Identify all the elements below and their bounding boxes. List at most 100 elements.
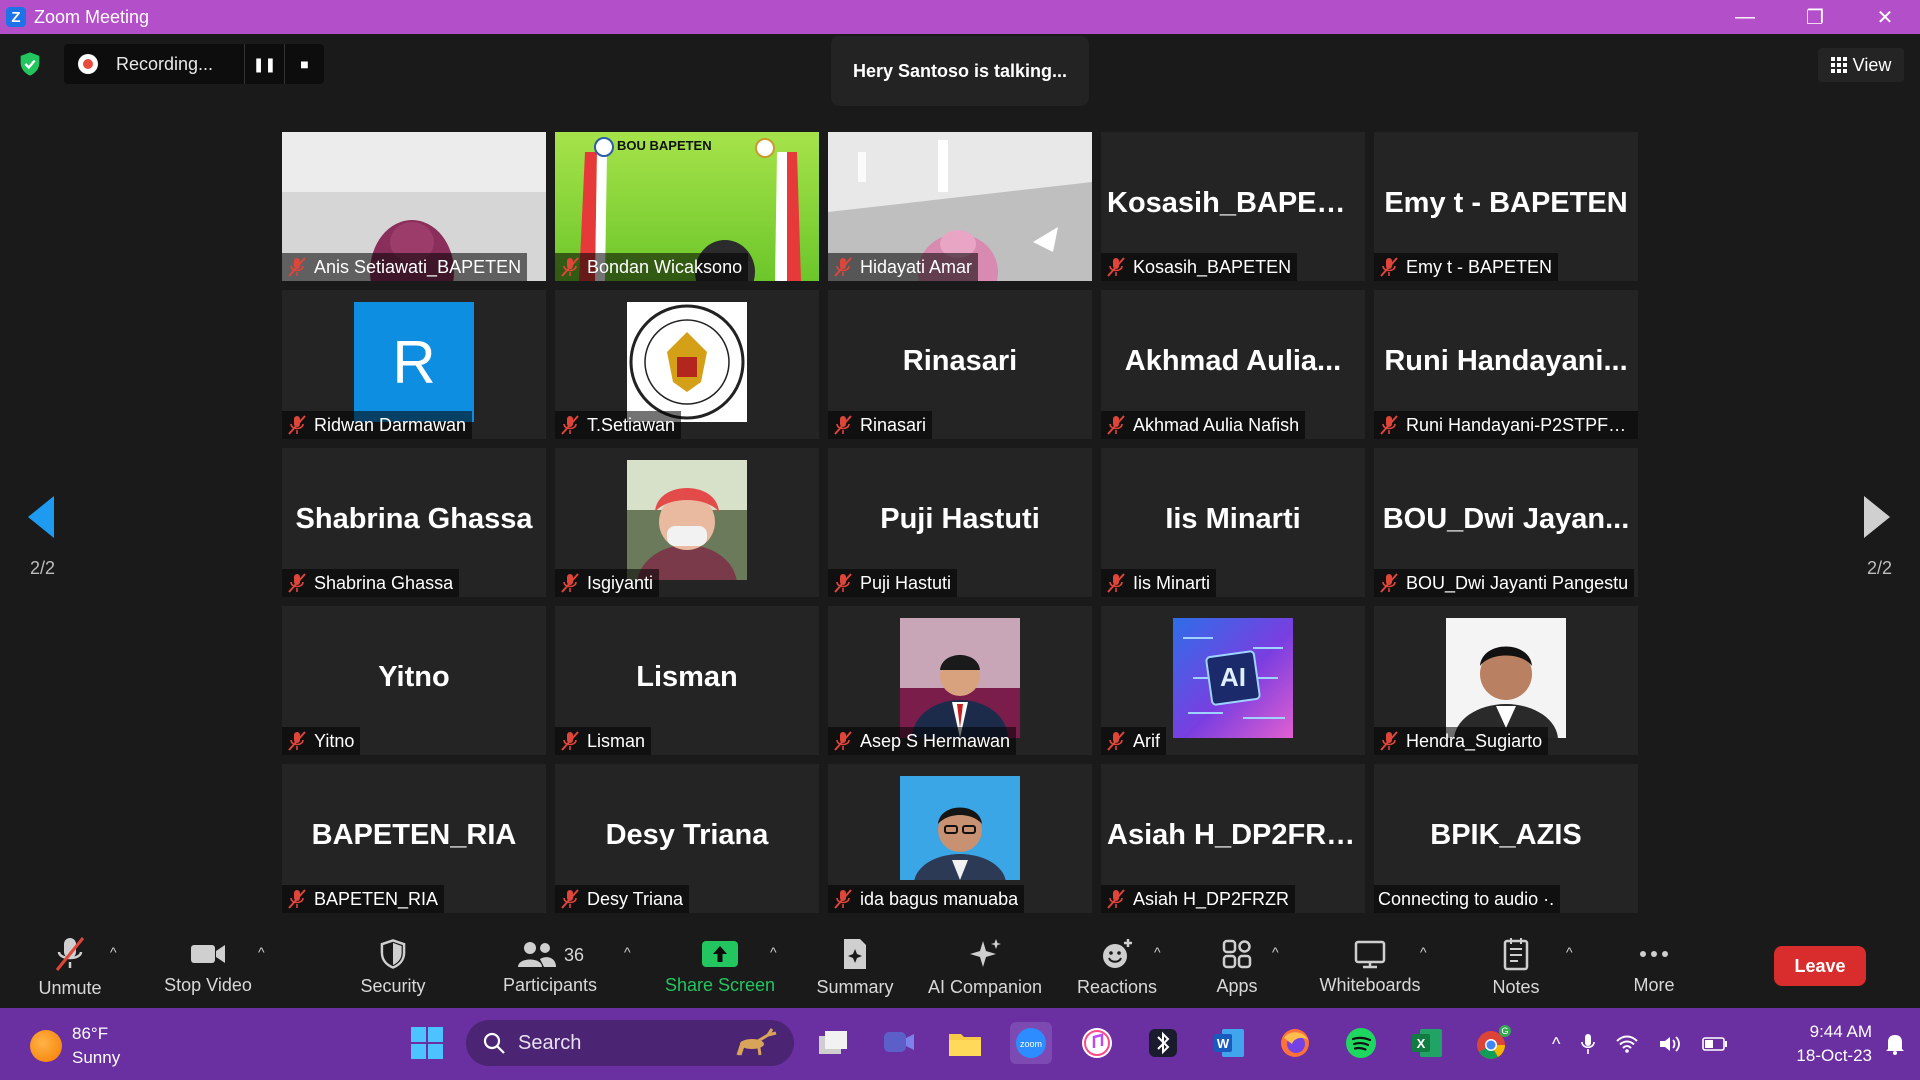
participant-name: Puji Hastuti [860, 572, 952, 593]
next-page-arrow-icon[interactable] [1862, 494, 1892, 540]
participant-tile[interactable]: Asep S Hermawan [828, 606, 1092, 755]
grid-view-icon [1830, 57, 1847, 73]
participant-tile[interactable]: Hendra_Sugiarto [1374, 606, 1638, 755]
restore-button[interactable]: ❐ [1780, 0, 1850, 34]
stop-video-button[interactable]: Stop Video [160, 926, 256, 1008]
participant-tile[interactable]: Shabrina Ghassa Shabrina Ghassa [282, 448, 546, 597]
notification-bell-icon[interactable] [1884, 1032, 1906, 1056]
participant-name: ida bagus manuaba [860, 888, 1019, 909]
svg-text:X: X [1417, 1036, 1426, 1051]
weather-description: Sunny [72, 1048, 121, 1067]
weather-widget[interactable]: 86°F Sunny [30, 1022, 120, 1070]
zoom-taskbar-icon[interactable]: zoom [1010, 1022, 1052, 1064]
participant-tile[interactable]: Runi Handayani... Runi Handayani-P2STPFR.… [1374, 290, 1638, 439]
participant-tile[interactable]: T.Setiawan [555, 290, 819, 439]
encryption-shield-icon[interactable] [16, 50, 44, 78]
participant-display-name: BAPETEN_RIA [311, 818, 517, 851]
view-button[interactable]: View [1818, 48, 1904, 82]
participant-tile[interactable]: Anis Setiawati_BAPETEN [282, 132, 546, 281]
bluetooth-app-icon[interactable] [1142, 1022, 1184, 1064]
participant-tile[interactable]: Hidayati Amar [828, 132, 1092, 281]
notes-button[interactable]: Notes [1484, 926, 1548, 1008]
participant-name-label: Akhmad Aulia Nafish [1101, 411, 1306, 439]
participants-label: Participants [502, 974, 598, 995]
whiteboards-button[interactable]: Whiteboards [1312, 926, 1428, 1008]
participant-name: Asep S Hermawan [860, 730, 1011, 751]
participant-name-label: Desy Triana [555, 885, 690, 913]
excel-icon[interactable]: X [1406, 1022, 1448, 1064]
stop-recording-button[interactable]: ■ [284, 44, 324, 84]
more-button[interactable]: More [1620, 926, 1688, 1008]
search-icon [483, 1032, 505, 1054]
whiteboard-icon [1354, 940, 1386, 968]
apps-button[interactable]: Apps [1200, 926, 1274, 1008]
taskbar-search-box[interactable]: Search [466, 1020, 794, 1066]
security-button[interactable]: Security [350, 926, 436, 1008]
participant-tile[interactable]: Asiah H_DP2FRZR Asiah H_DP2FRZR [1101, 764, 1365, 913]
participant-tile[interactable]: Desy Triana Desy Triana [555, 764, 819, 913]
word-icon[interactable]: W [1208, 1022, 1250, 1064]
participant-name-label: Isgiyanti [555, 569, 660, 597]
notes-caret-icon[interactable]: ^ [1566, 944, 1573, 960]
microphone-muted-icon [1378, 730, 1400, 752]
microphone-tray-icon[interactable] [1580, 1032, 1596, 1056]
participant-tile[interactable]: BOU_Dwi Jayan... BOU_Dwi Jayanti Pangestu [1374, 448, 1638, 597]
participant-tile[interactable]: BPIK_AZIS Connecting to audio ·. [1374, 764, 1638, 913]
unmute-button[interactable]: Unmute [30, 926, 110, 1008]
participant-photo [900, 618, 1020, 738]
participant-tile[interactable]: ida bagus manuaba [828, 764, 1092, 913]
participant-tile[interactable]: Lisman Lisman [555, 606, 819, 755]
close-button[interactable]: ✕ [1850, 0, 1920, 34]
participant-tile[interactable]: Akhmad Aulia... Akhmad Aulia Nafish [1101, 290, 1365, 439]
teams-chat-icon[interactable] [878, 1022, 920, 1064]
participant-tile[interactable]: Yitno Yitno [282, 606, 546, 755]
task-view-icon[interactable] [812, 1022, 854, 1064]
reactions-caret-icon[interactable]: ^ [1154, 944, 1161, 960]
participant-tile[interactable]: BOU BAPETEN Bondan Wicaksono [555, 132, 819, 281]
participant-tile[interactable]: Isgiyanti [555, 448, 819, 597]
chrome-icon[interactable]: G [1472, 1022, 1514, 1064]
participant-name: Isgiyanti [587, 572, 654, 593]
share-screen-button[interactable]: Share Screen [664, 926, 776, 1008]
participant-name: Iis Minarti [1133, 572, 1211, 593]
apps-caret-icon[interactable]: ^ [1272, 944, 1279, 960]
participant-name-label: Kosasih_BAPETEN [1101, 253, 1298, 281]
whiteboards-caret-icon[interactable]: ^ [1420, 944, 1427, 960]
participants-count: 36 [563, 945, 585, 965]
participant-tile[interactable]: AI Arif [1101, 606, 1365, 755]
battery-icon[interactable] [1702, 1036, 1728, 1052]
participant-tile[interactable]: Rinasari Rinasari [828, 290, 1092, 439]
leave-button[interactable]: Leave [1774, 946, 1866, 986]
reactions-button[interactable]: Reactions [1074, 926, 1160, 1008]
participant-tile[interactable]: Iis Minarti Iis Minarti [1101, 448, 1365, 597]
ai-companion-button[interactable]: AI Companion [920, 926, 1050, 1008]
wifi-icon[interactable] [1616, 1034, 1639, 1054]
participant-tile[interactable]: Kosasih_BAPETEN Kosasih_BAPETEN [1101, 132, 1365, 281]
audio-options-caret-icon[interactable]: ^ [110, 944, 117, 960]
participant-tile[interactable]: BAPETEN_RIA BAPETEN_RIA [282, 764, 546, 913]
unmute-label: Unmute [38, 977, 102, 998]
spotify-icon[interactable] [1340, 1022, 1382, 1064]
windows-start-icon[interactable] [406, 1022, 448, 1064]
pause-recording-button[interactable]: ❚❚ [244, 44, 284, 84]
file-explorer-icon[interactable] [944, 1022, 986, 1064]
summary-button[interactable]: Summary [808, 926, 902, 1008]
video-options-caret-icon[interactable]: ^ [258, 944, 265, 960]
share-options-caret-icon[interactable]: ^ [770, 944, 777, 960]
participant-tile[interactable]: Puji Hastuti Puji Hastuti [828, 448, 1092, 597]
system-clock[interactable]: 9:44 AM 18-Oct-23 [1796, 1020, 1872, 1068]
minimize-button[interactable]: — [1710, 0, 1780, 34]
show-hidden-icons-chevron-icon[interactable]: ^ [1552, 1034, 1560, 1055]
ai-chip-text: AI [1220, 662, 1246, 692]
participant-name-label: Shabrina Ghassa [282, 569, 460, 597]
microphone-muted-icon [1105, 572, 1127, 594]
itunes-icon[interactable] [1076, 1022, 1118, 1064]
participant-tile[interactable]: R Ridwan Darmawan [282, 290, 546, 439]
participant-tile[interactable]: Emy t - BAPETEN Emy t - BAPETEN [1374, 132, 1638, 281]
participants-button[interactable]: 36 Participants [494, 926, 606, 1008]
firefox-icon[interactable] [1274, 1022, 1316, 1064]
previous-page-arrow-icon[interactable] [26, 494, 56, 540]
volume-icon[interactable] [1658, 1034, 1682, 1054]
participants-caret-icon[interactable]: ^ [624, 944, 631, 960]
ai-companion-label: AI Companion [927, 976, 1043, 997]
